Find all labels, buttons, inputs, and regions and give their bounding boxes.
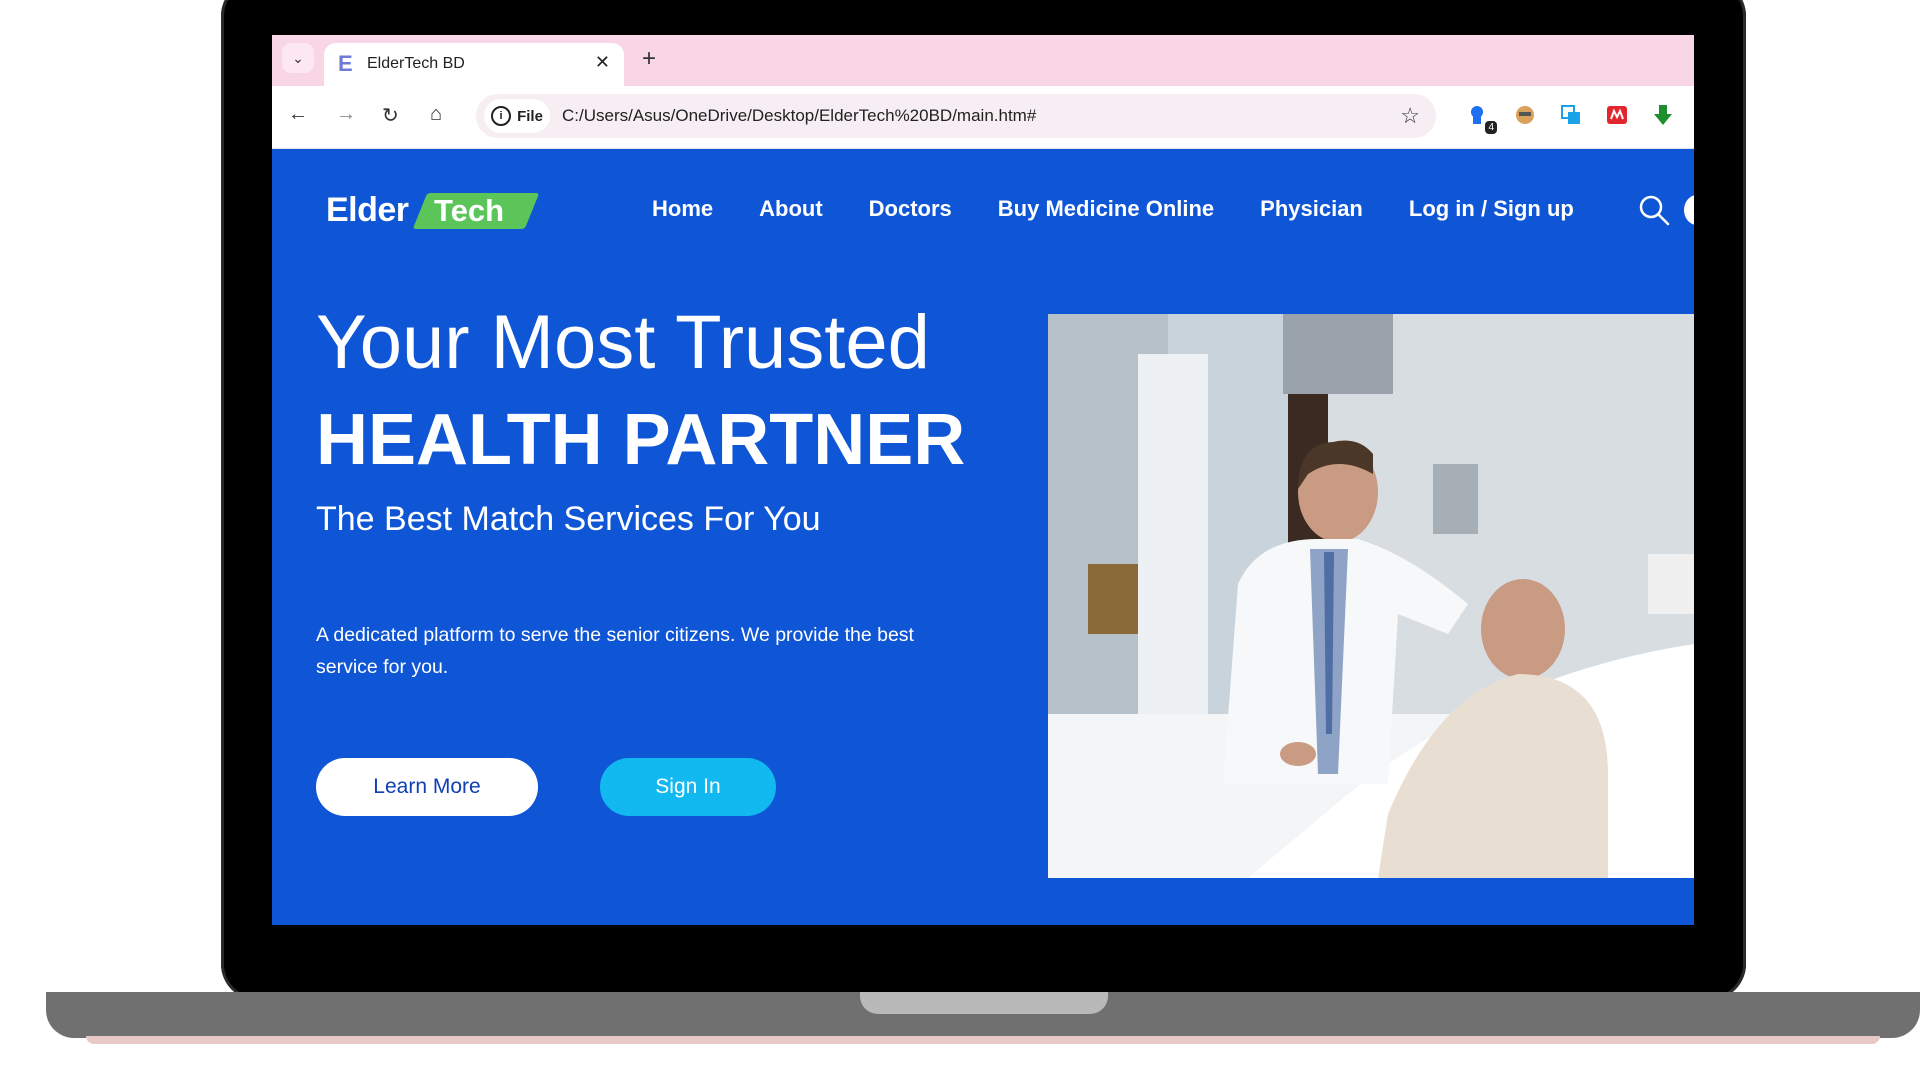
screen: ⌄ E ElderTech BD ✕ + ← → ↻ ⌂ i File C:/U… [272,35,1694,925]
tab-favicon-icon: E [338,51,353,76]
forward-icon[interactable]: → [336,103,356,126]
download-icon[interactable] [1650,102,1676,128]
hero-title-line1: Your Most Trusted [316,300,930,385]
website: Elder Tech Home About Doctors Buy Medici… [272,149,1694,925]
back-icon[interactable]: ← [288,103,308,126]
home-icon[interactable]: ⌂ [430,103,442,126]
chip-label: File [517,107,543,125]
extension-badge: 4 [1485,121,1497,134]
laptop-notch [860,992,1108,1014]
laptop-base-shadow [86,1036,1880,1044]
sign-in-button[interactable]: Sign In [600,758,776,816]
search-icon[interactable] [1637,193,1671,227]
logo-elder-text: Elder [326,191,409,229]
main-nav: Home About Doctors Buy Medicine Online P… [652,196,1574,222]
browser-tab[interactable]: E ElderTech BD ✕ [324,43,624,86]
close-tab-icon[interactable]: ✕ [595,52,610,73]
hero-description: A dedicated platform to serve the senior… [316,624,914,678]
tab-search-chevron-icon[interactable]: ⌄ [282,43,314,73]
hero-title-line2: HEALTH PARTNER [316,400,966,480]
browser-toolbar: ← → ↻ ⌂ i File C:/Users/Asus/OneDrive/De… [272,86,1694,149]
reload-icon[interactable]: ↻ [382,103,399,128]
url-text[interactable]: C:/Users/Asus/OneDrive/Desktop/ElderTech… [562,106,1036,126]
tab-strip: ⌄ E ElderTech BD ✕ + [272,35,1694,86]
new-tab-button[interactable]: + [642,45,656,73]
partial-nav-icon[interactable] [1684,195,1694,225]
address-bar[interactable]: i File C:/Users/Asus/OneDrive/Desktop/El… [476,94,1436,138]
tab-title: ElderTech BD [367,55,465,72]
extension-red-icon[interactable] [1604,102,1630,128]
nav-home[interactable]: Home [652,196,713,222]
nav-about[interactable]: About [759,196,823,222]
extension-icon[interactable]: 4 [1466,102,1497,134]
learn-more-button[interactable]: Learn More [316,758,538,816]
star-icon[interactable]: ☆ [1400,103,1420,129]
nav-buy-medicine[interactable]: Buy Medicine Online [998,196,1214,222]
extension-avatar-icon[interactable] [1512,102,1538,128]
extension-translate-icon[interactable] [1558,102,1584,128]
logo-tech-badge: Tech [412,193,540,229]
nav-doctors[interactable]: Doctors [869,196,952,222]
logo-tech-text: Tech [434,193,505,228]
nav-physician[interactable]: Physician [1260,196,1363,222]
info-icon: i [491,106,512,126]
site-info-chip[interactable]: i File [484,99,550,133]
hero-subtitle: The Best Match Services For You [316,500,821,538]
hero-image [1048,314,1694,878]
nav-login-signup[interactable]: Log in / Sign up [1409,196,1574,222]
